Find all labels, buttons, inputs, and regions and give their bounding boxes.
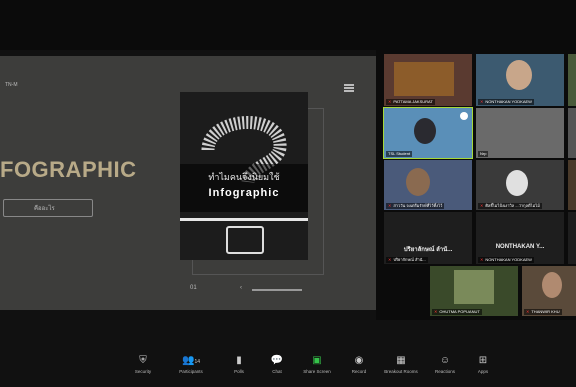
video-tile[interactable]: ✕ OHUTMA POPUANUT [430, 266, 518, 316]
video-tile[interactable]: ✕ สาววัน จงเตรีมรักษ์ที่ไว้ทิ้งไว้ [384, 160, 472, 210]
participant-name: THANWIR KHU [531, 309, 560, 314]
video-tile[interactable]: ✕ ศิลธิ์ไม่ไป้งเงาวิล ...ว่ากุลดีไม่ไม้ [476, 160, 564, 210]
video-tile-camera-off[interactable]: ปริยาลักษณ์ ลำนั... ✕ ปริยากักษณ์ สำนั... [384, 212, 472, 264]
reactions-icon: ☺ [439, 355, 451, 366]
share-screen-icon: ▣ [312, 355, 322, 366]
participant-center-name: NONTHAKAN Y... [495, 244, 545, 250]
slide-title: FOGRAPHIC [0, 157, 137, 182]
slide-pill: คืออะไร [3, 199, 93, 217]
participant-name: PATTAMA JAKSURAT [393, 99, 433, 104]
meeting-toolbar: ⛨ Security 👥14 Participants ▮ Polls 💬 Ch… [0, 346, 576, 387]
participant-name: สาววัน จงเตรีมรักษ์ที่ไว้ทิ้งไว้ [393, 203, 443, 208]
participant-center-name: ปริยาลักษณ์ ลำนั... [403, 247, 453, 253]
mic-off-icon: ✕ [480, 203, 484, 208]
apps-label: Apps [477, 369, 489, 374]
participant-name: ศิลธิ์ไม่ไป้งเงาวิล ...ว่ากุลดีไม่ไม้ [485, 203, 540, 208]
poster-band: ทำไมคนจึงนิยมใช้ Infographic [180, 164, 308, 212]
chat-button[interactable]: 💬 Chat [256, 355, 298, 374]
participant-name: OHUTMA POPUANUT [439, 309, 480, 314]
video-tile-active-speaker[interactable]: TSL Student [383, 107, 473, 159]
chat-label: Chat [272, 369, 282, 374]
zoom-window: TN-M FOGRAPHIC คืออะไร ทำไมคนจึงนิยมใช้ … [0, 0, 576, 387]
video-tile-partial[interactable] [568, 54, 576, 106]
polls-icon: ▮ [236, 355, 242, 366]
pager-prev-icon[interactable]: ‹ [240, 285, 242, 291]
video-tile[interactable]: ✕ PATTAMA JAKSURAT [384, 54, 472, 106]
menu-icon[interactable] [344, 84, 354, 92]
participants-icon: 👥14 [181, 355, 200, 366]
mic-off-icon: ✕ [434, 309, 438, 314]
video-gallery: ✕ PATTAMA JAKSURAT ✕ NONTHAKAN YODKAEW TSL… [376, 50, 576, 320]
polls-label: Polls [234, 369, 244, 374]
poster-en-text: Infographic [208, 187, 280, 199]
record-button[interactable]: ◉ Record [338, 355, 380, 374]
video-tile[interactable]: ✕ NONTHAKAN YODKAEW [476, 54, 564, 106]
security-label: Security [134, 369, 152, 374]
shield-icon: ⛨ [139, 355, 147, 366]
poster-thai-text: ทำไมคนจึงนิยมใช้ [208, 172, 280, 182]
mic-off-icon: ✕ [526, 309, 530, 314]
security-button[interactable]: ⛨ Security [122, 355, 164, 374]
share-name-label: TN-M [5, 82, 18, 88]
chat-icon: 💬 [270, 355, 284, 366]
raise-hand-icon [460, 112, 468, 120]
pager-left-label: 01 [190, 285, 197, 291]
poster-box-icon [226, 226, 264, 254]
participant-name: NONTHAKAN YODKAEW [485, 99, 532, 104]
video-tile[interactable]: ✕ THANWIR KHU [522, 266, 576, 316]
breakout-rooms-label: Breakout Rooms [384, 369, 418, 374]
apps-icon: ⊞ [478, 355, 488, 366]
mic-off-icon: ✕ [480, 99, 484, 104]
record-icon: ◉ [354, 355, 364, 366]
mic-off-icon: ✕ [388, 99, 392, 104]
reactions-label: Reactions [434, 369, 455, 374]
participants-label: Participants [179, 369, 203, 374]
participant-name: TSL Student [388, 151, 411, 156]
top-bar [0, 0, 576, 50]
breakout-rooms-icon: ▦ [396, 355, 406, 366]
slide-pager[interactable]: 01 ‹ [190, 285, 320, 295]
participants-count: 14 [194, 359, 200, 365]
reactions-button[interactable]: ☺ Reactions [424, 355, 466, 374]
share-screen-label: Share Screen [303, 369, 331, 374]
video-tile-camera-off[interactable]: NONTHAKAN Y... ✕ NONTHAKAN YODKAEW [476, 212, 564, 264]
poster-rule [180, 218, 308, 221]
mic-off-icon: ✕ [480, 257, 484, 262]
participant-name: ปริยากักษณ์ สำนั... [393, 257, 426, 262]
share-screen-button[interactable]: ▣ Share Screen [296, 355, 338, 374]
video-tile-partial[interactable] [568, 160, 576, 210]
record-label: Record [351, 369, 367, 374]
pager-track[interactable] [252, 289, 302, 291]
participant-name: Nrp [480, 151, 487, 156]
participants-button[interactable]: 👥14 Participants [170, 355, 212, 374]
mic-off-icon: ✕ [388, 257, 392, 262]
participant-name: NONTHAKAN YODKAEW [485, 257, 532, 262]
video-tile[interactable]: Nrp [476, 108, 564, 158]
apps-button[interactable]: ⊞ Apps [462, 355, 504, 374]
polls-button[interactable]: ▮ Polls [218, 355, 260, 374]
slide-poster: ทำไมคนจึงนิยมใช้ Infographic [180, 92, 308, 260]
mic-off-icon: ✕ [388, 203, 392, 208]
video-tile-partial[interactable] [568, 212, 576, 264]
video-tile-partial[interactable] [568, 108, 576, 158]
breakout-rooms-button[interactable]: ▦ Breakout Rooms [380, 355, 422, 374]
